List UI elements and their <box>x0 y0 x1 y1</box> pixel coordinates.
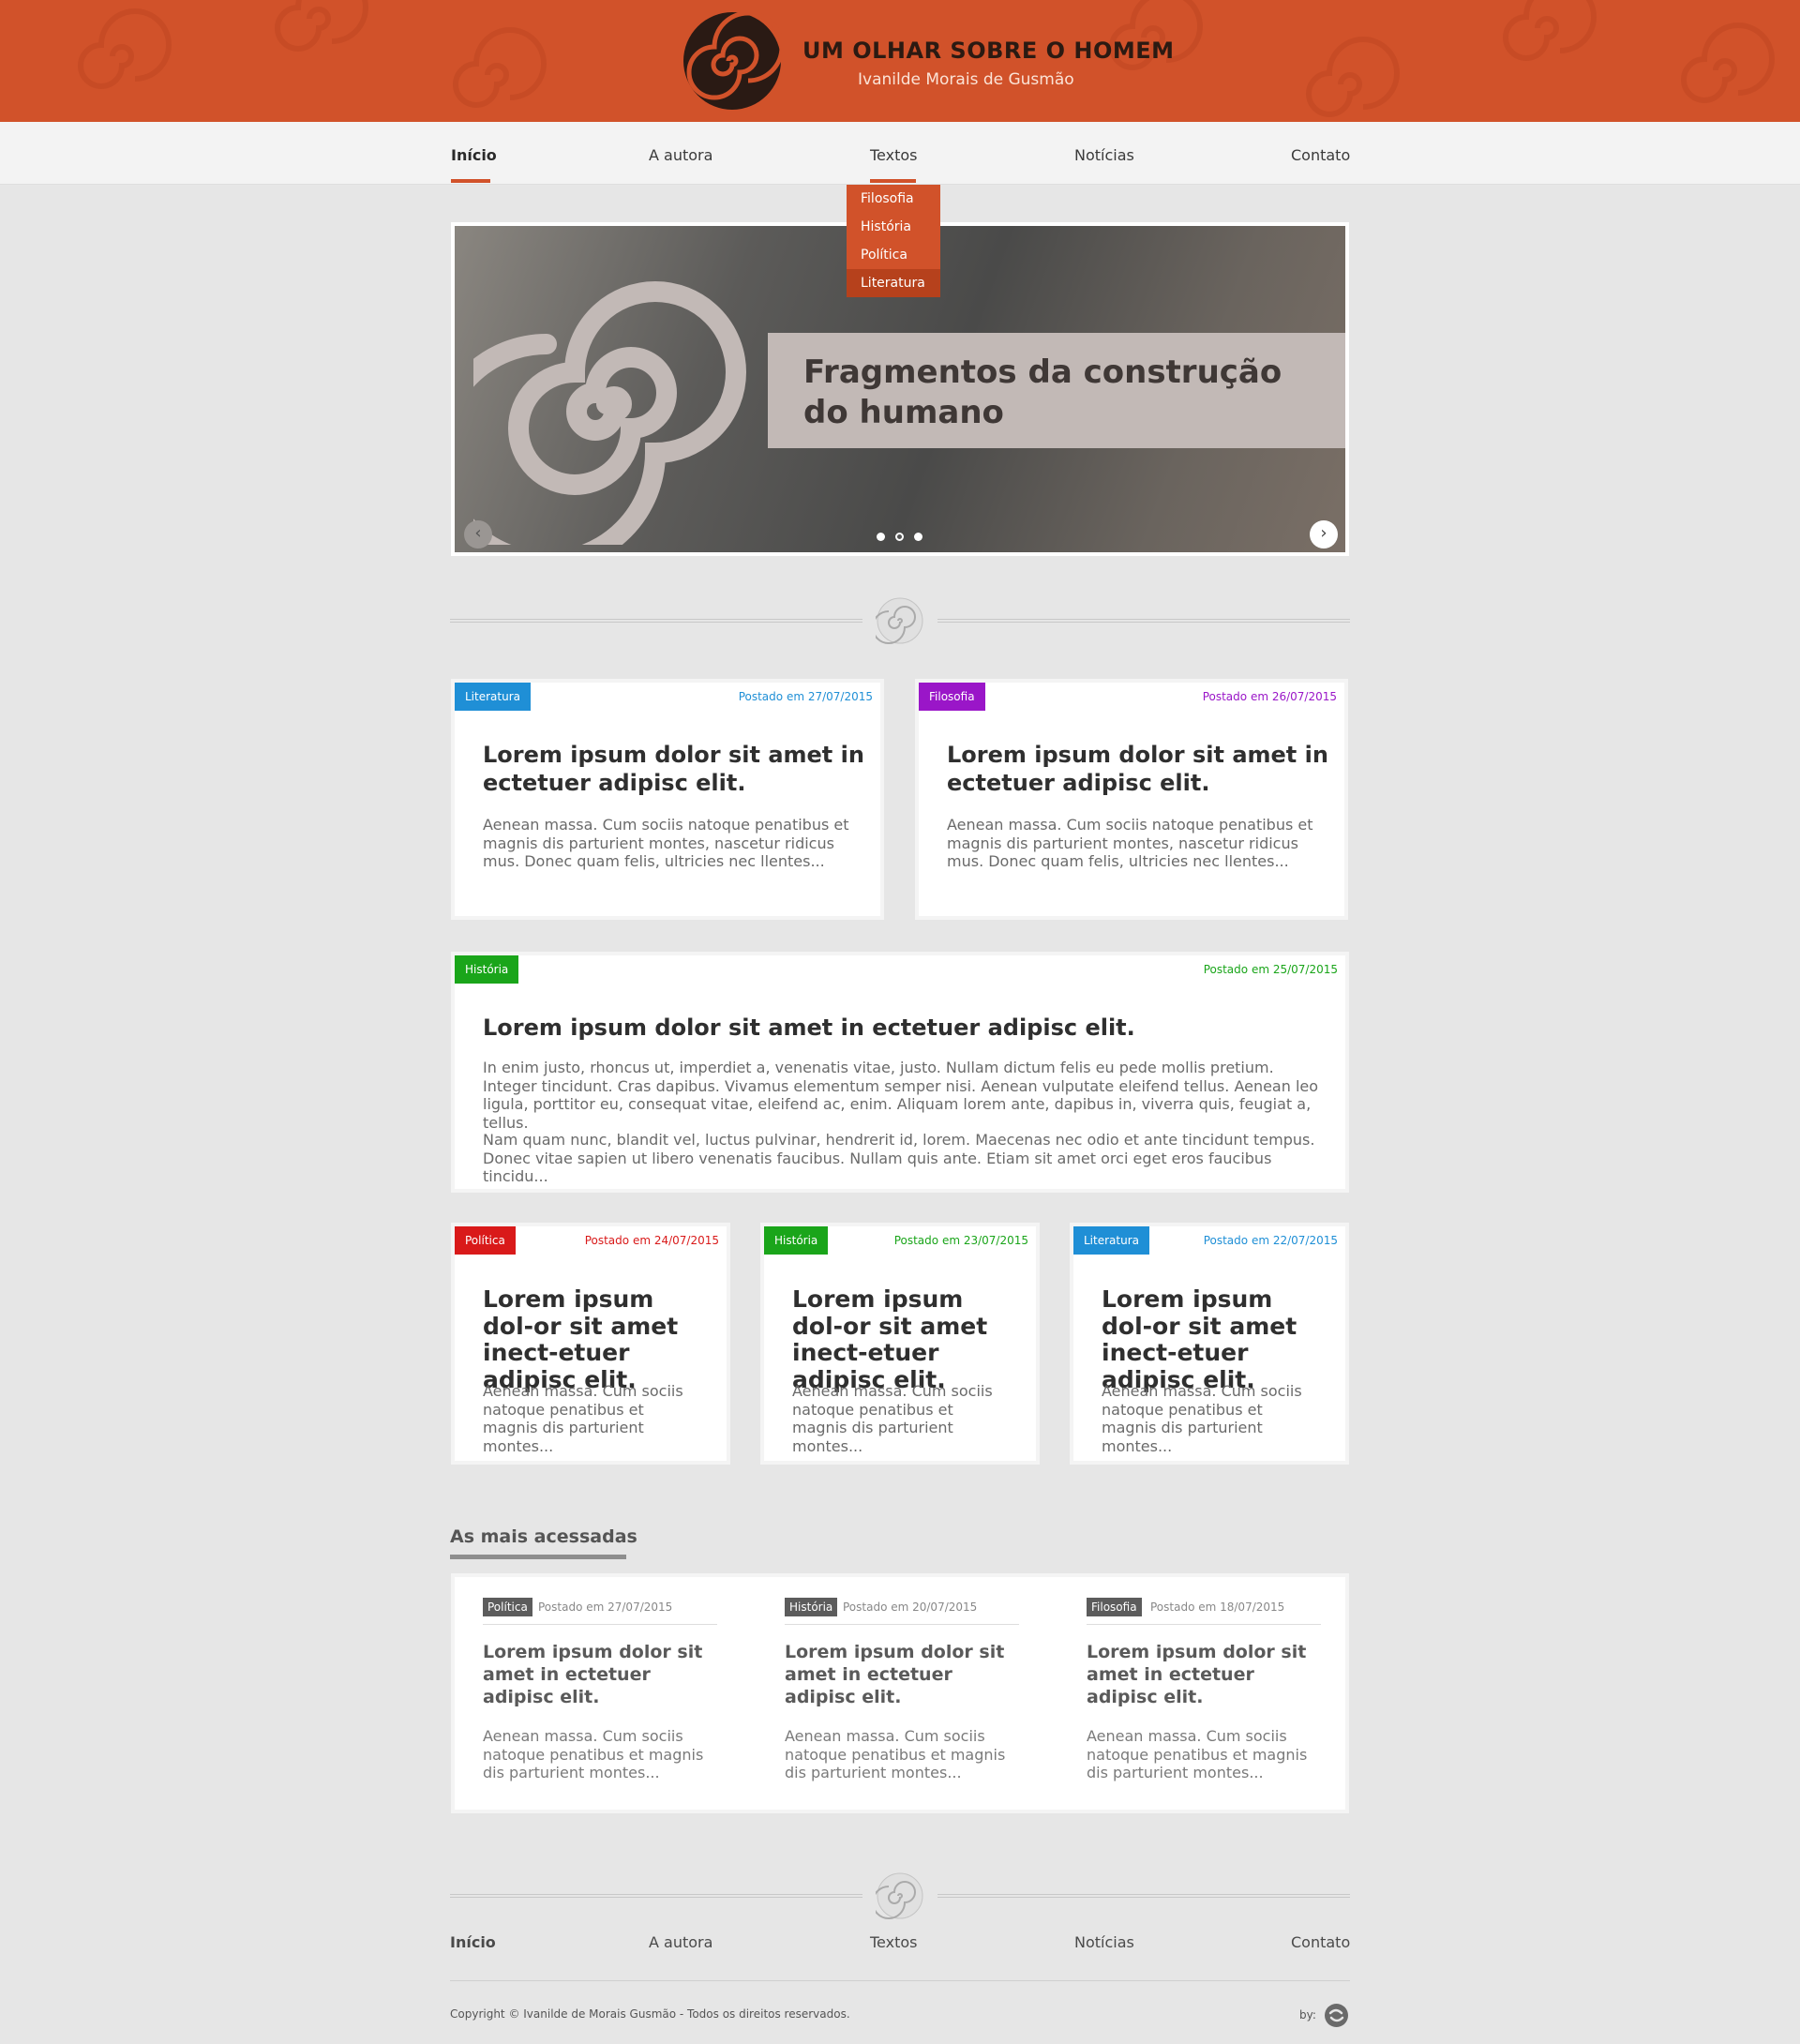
nav-item-a-autora[interactable]: A autora <box>649 146 712 164</box>
nav-item-noticias[interactable]: Notícias <box>1074 146 1134 164</box>
post-title[interactable]: Lorem ipsum dol-or sit amet inect-etuer … <box>792 1285 1022 1393</box>
item-separator <box>1087 1624 1321 1625</box>
category-tag[interactable]: Literatura <box>455 683 531 711</box>
slider-title: Fragmentos da construção do humano <box>803 353 1282 431</box>
post-excerpt: Aenean massa. Cum sociis natoque penatib… <box>1087 1727 1308 1781</box>
footer-nav-inicio[interactable]: Início <box>450 1933 496 1951</box>
post-date: Postado em 26/07/2015 <box>1202 690 1337 703</box>
most-accessed-underline <box>450 1555 626 1559</box>
post-excerpt: In enim justo, rhoncus ut, imperdiet a, … <box>483 1059 1319 1132</box>
dropdown-item-literatura[interactable]: Literatura <box>847 269 940 297</box>
item-separator <box>785 1624 1019 1625</box>
post-date: Postado em 27/07/2015 <box>538 1601 673 1614</box>
spiral-logo-icon[interactable] <box>682 11 782 111</box>
post-card[interactable]: História Postado em 23/07/2015 Lorem ips… <box>760 1223 1040 1465</box>
post-date: Postado em 25/07/2015 <box>1203 963 1338 976</box>
post-title[interactable]: Lorem ipsum dolor sit amet in ectetuer a… <box>483 1641 717 1708</box>
post-title[interactable]: Lorem ipsum dolor sit amet in ectetuer a… <box>785 1641 1019 1708</box>
nav-item-textos[interactable]: Textos <box>870 146 917 164</box>
item-separator <box>483 1624 717 1625</box>
dropdown-item-historia[interactable]: História <box>847 213 940 241</box>
post-date: Postado em 23/07/2015 <box>893 1234 1028 1247</box>
category-tag[interactable]: Política <box>483 1598 532 1616</box>
divider-line-right <box>938 619 1350 623</box>
textos-dropdown-menu: Filosofia História Política Literatura <box>847 185 940 297</box>
nav-item-inicio[interactable]: Início <box>451 146 497 164</box>
post-title[interactable]: Lorem ipsum dolor sit amet in ectetuer a… <box>483 741 867 797</box>
chevron-left-icon[interactable]: ‹ <box>464 520 492 549</box>
category-tag[interactable]: História <box>785 1598 838 1616</box>
slider-dot-2[interactable] <box>895 533 904 541</box>
post-date: Postado em 27/07/2015 <box>738 690 873 703</box>
post-date: Postado em 22/07/2015 <box>1203 1234 1338 1247</box>
footer-nav-a-autora[interactable]: A autora <box>649 1933 712 1951</box>
post-card[interactable]: Literatura Postado em 22/07/2015 Lorem i… <box>1070 1223 1349 1465</box>
nav-active-indicator <box>451 179 490 183</box>
site-title[interactable]: UM OLHAR SOBRE O HOMEM <box>802 38 1175 64</box>
agency-logo-icon[interactable] <box>1324 2003 1349 2028</box>
slider-dot-3[interactable] <box>914 533 922 541</box>
most-accessed-item[interactable]: História Postado em 20/07/2015 Lorem ips… <box>757 1577 1019 1810</box>
post-excerpt: Aenean massa. Cum sociis natoque penatib… <box>483 1382 683 1455</box>
most-accessed-panel: Política Postado em 27/07/2015 Lorem ips… <box>451 1573 1349 1813</box>
category-tag[interactable]: História <box>764 1226 829 1255</box>
footer-nav-noticias[interactable]: Notícias <box>1074 1933 1134 1951</box>
credit-label: by: <box>1299 2008 1316 2021</box>
post-excerpt: Aenean massa. Cum sociis natoque penatib… <box>483 1727 704 1781</box>
spiral-divider-icon <box>876 1872 923 1919</box>
post-date: Postado em 18/07/2015 <box>1150 1601 1285 1614</box>
post-excerpt: Aenean massa. Cum sociis natoque penatib… <box>483 816 849 870</box>
category-tag[interactable]: Literatura <box>1073 1226 1149 1255</box>
most-accessed-heading: As mais acessadas <box>450 1526 638 1547</box>
post-title[interactable]: Lorem ipsum dol-or sit amet inect-etuer … <box>1102 1285 1331 1393</box>
divider-line-left <box>450 619 862 623</box>
category-tag[interactable]: Filosofia <box>1087 1598 1142 1616</box>
post-card[interactable]: Literatura Postado em 27/07/2015 Lorem i… <box>451 679 884 920</box>
most-accessed-item[interactable]: Política Postado em 27/07/2015 Lorem ips… <box>455 1577 717 1810</box>
divider-line-right <box>938 1894 1350 1898</box>
dropdown-item-filosofia[interactable]: Filosofia <box>847 185 940 213</box>
post-title[interactable]: Lorem ipsum dolor sit amet in ectetuer a… <box>947 741 1331 797</box>
post-title[interactable]: Lorem ipsum dol-or sit amet inect-etuer … <box>483 1285 712 1393</box>
nav-item-contato[interactable]: Contato <box>1291 146 1350 164</box>
nav-open-indicator <box>870 179 916 183</box>
post-title[interactable]: Lorem ipsum dolor sit amet in ectetuer a… <box>1087 1641 1321 1708</box>
main-nav: Início A autora Textos Notícias Contato <box>0 122 1800 185</box>
site-subtitle: Ivanilde Morais de Gusmão <box>858 70 1074 89</box>
category-tag[interactable]: História <box>455 955 519 984</box>
post-date: Postado em 24/07/2015 <box>584 1234 719 1247</box>
post-card-featured[interactable]: História Postado em 25/07/2015 Lorem ips… <box>451 952 1349 1193</box>
post-card[interactable]: Política Postado em 24/07/2015 Lorem ips… <box>451 1223 730 1465</box>
dropdown-item-politica[interactable]: Política <box>847 241 940 269</box>
footer-separator <box>450 1980 1350 1981</box>
footer-nav-contato[interactable]: Contato <box>1291 1933 1350 1951</box>
post-date: Postado em 20/07/2015 <box>843 1601 978 1614</box>
post-excerpt: Aenean massa. Cum sociis natoque penatib… <box>1102 1382 1302 1455</box>
post-title[interactable]: Lorem ipsum dolor sit amet in ectetuer a… <box>483 1014 1317 1042</box>
most-accessed-item[interactable]: Filosofia Postado em 18/07/2015 Lorem ip… <box>1058 1577 1321 1810</box>
category-tag[interactable]: Política <box>455 1226 516 1255</box>
slider-dot-1[interactable] <box>877 533 885 541</box>
post-excerpt: Aenean massa. Cum sociis natoque penatib… <box>792 1382 993 1455</box>
divider-line-left <box>450 1894 862 1898</box>
copyright-text: Copyright © Ivanilde de Morais Gusmão - … <box>450 2007 850 2021</box>
category-tag[interactable]: Filosofia <box>919 683 985 711</box>
chevron-right-icon[interactable]: › <box>1310 520 1338 549</box>
footer-nav-textos[interactable]: Textos <box>870 1933 917 1951</box>
post-excerpt: Aenean massa. Cum sociis natoque penatib… <box>785 1727 1006 1781</box>
site-header: UM OLHAR SOBRE O HOMEM Ivanilde Morais d… <box>0 0 1800 122</box>
post-excerpt: Aenean massa. Cum sociis natoque penatib… <box>947 816 1313 870</box>
spiral-artwork <box>473 281 746 545</box>
post-excerpt-continued: Nam quam nunc, blandit vel, luctus pulvi… <box>483 1131 1315 1185</box>
post-card[interactable]: Filosofia Postado em 26/07/2015 Lorem ip… <box>915 679 1348 920</box>
spiral-divider-icon <box>876 597 923 644</box>
